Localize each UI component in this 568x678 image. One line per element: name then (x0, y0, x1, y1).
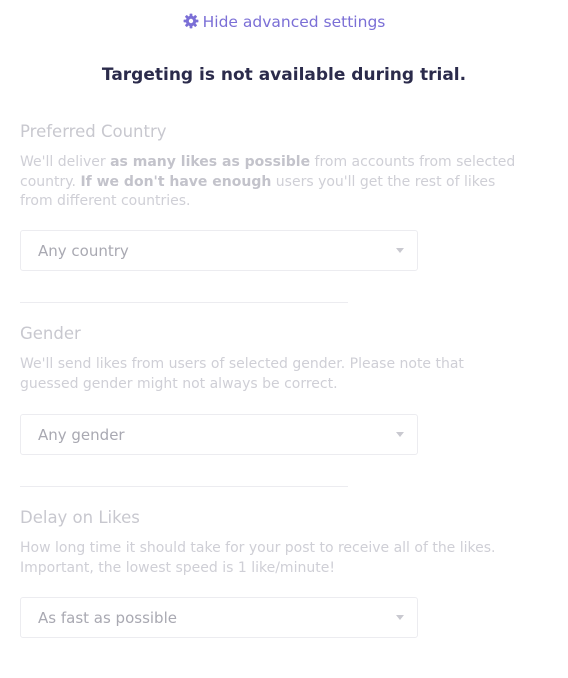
delay-on-likes-title: Delay on Likes (20, 508, 140, 527)
trial-notice: Targeting is not available during trial. (101, 65, 467, 85)
country-select-value: Any country (38, 242, 129, 260)
delay-select[interactable]: As fast as possible (20, 597, 418, 638)
gear-icon (183, 13, 199, 29)
delay-on-likes-description: How long time it should take for your po… (20, 540, 496, 576)
preferred-country-description: We'll deliver as many likes as possible … (20, 153, 520, 212)
country-desc-bold-2: If we don't have enough (80, 173, 272, 190)
hide-advanced-settings-link[interactable]: Hide advanced settings (0, 11, 568, 33)
gender-select-value: Any gender (38, 426, 125, 444)
preferred-country-title: Preferred Country (20, 122, 167, 141)
delay-select-value: As fast as possible (38, 609, 177, 627)
gender-description: We'll send likes from users of selected … (20, 356, 464, 392)
gender-title: Gender (20, 324, 81, 343)
gender-select[interactable]: Any gender (20, 414, 418, 455)
chevron-down-icon (396, 615, 404, 620)
chevron-down-icon (396, 248, 404, 253)
section-divider (20, 302, 348, 303)
country-desc-bold-1: as many likes as possible (110, 154, 311, 170)
chevron-down-icon (396, 432, 404, 437)
country-select[interactable]: Any country (20, 230, 418, 271)
country-desc-part-1: We'll deliver (20, 154, 111, 170)
section-divider (20, 486, 348, 487)
hide-advanced-settings-label: Hide advanced settings (202, 13, 386, 31)
